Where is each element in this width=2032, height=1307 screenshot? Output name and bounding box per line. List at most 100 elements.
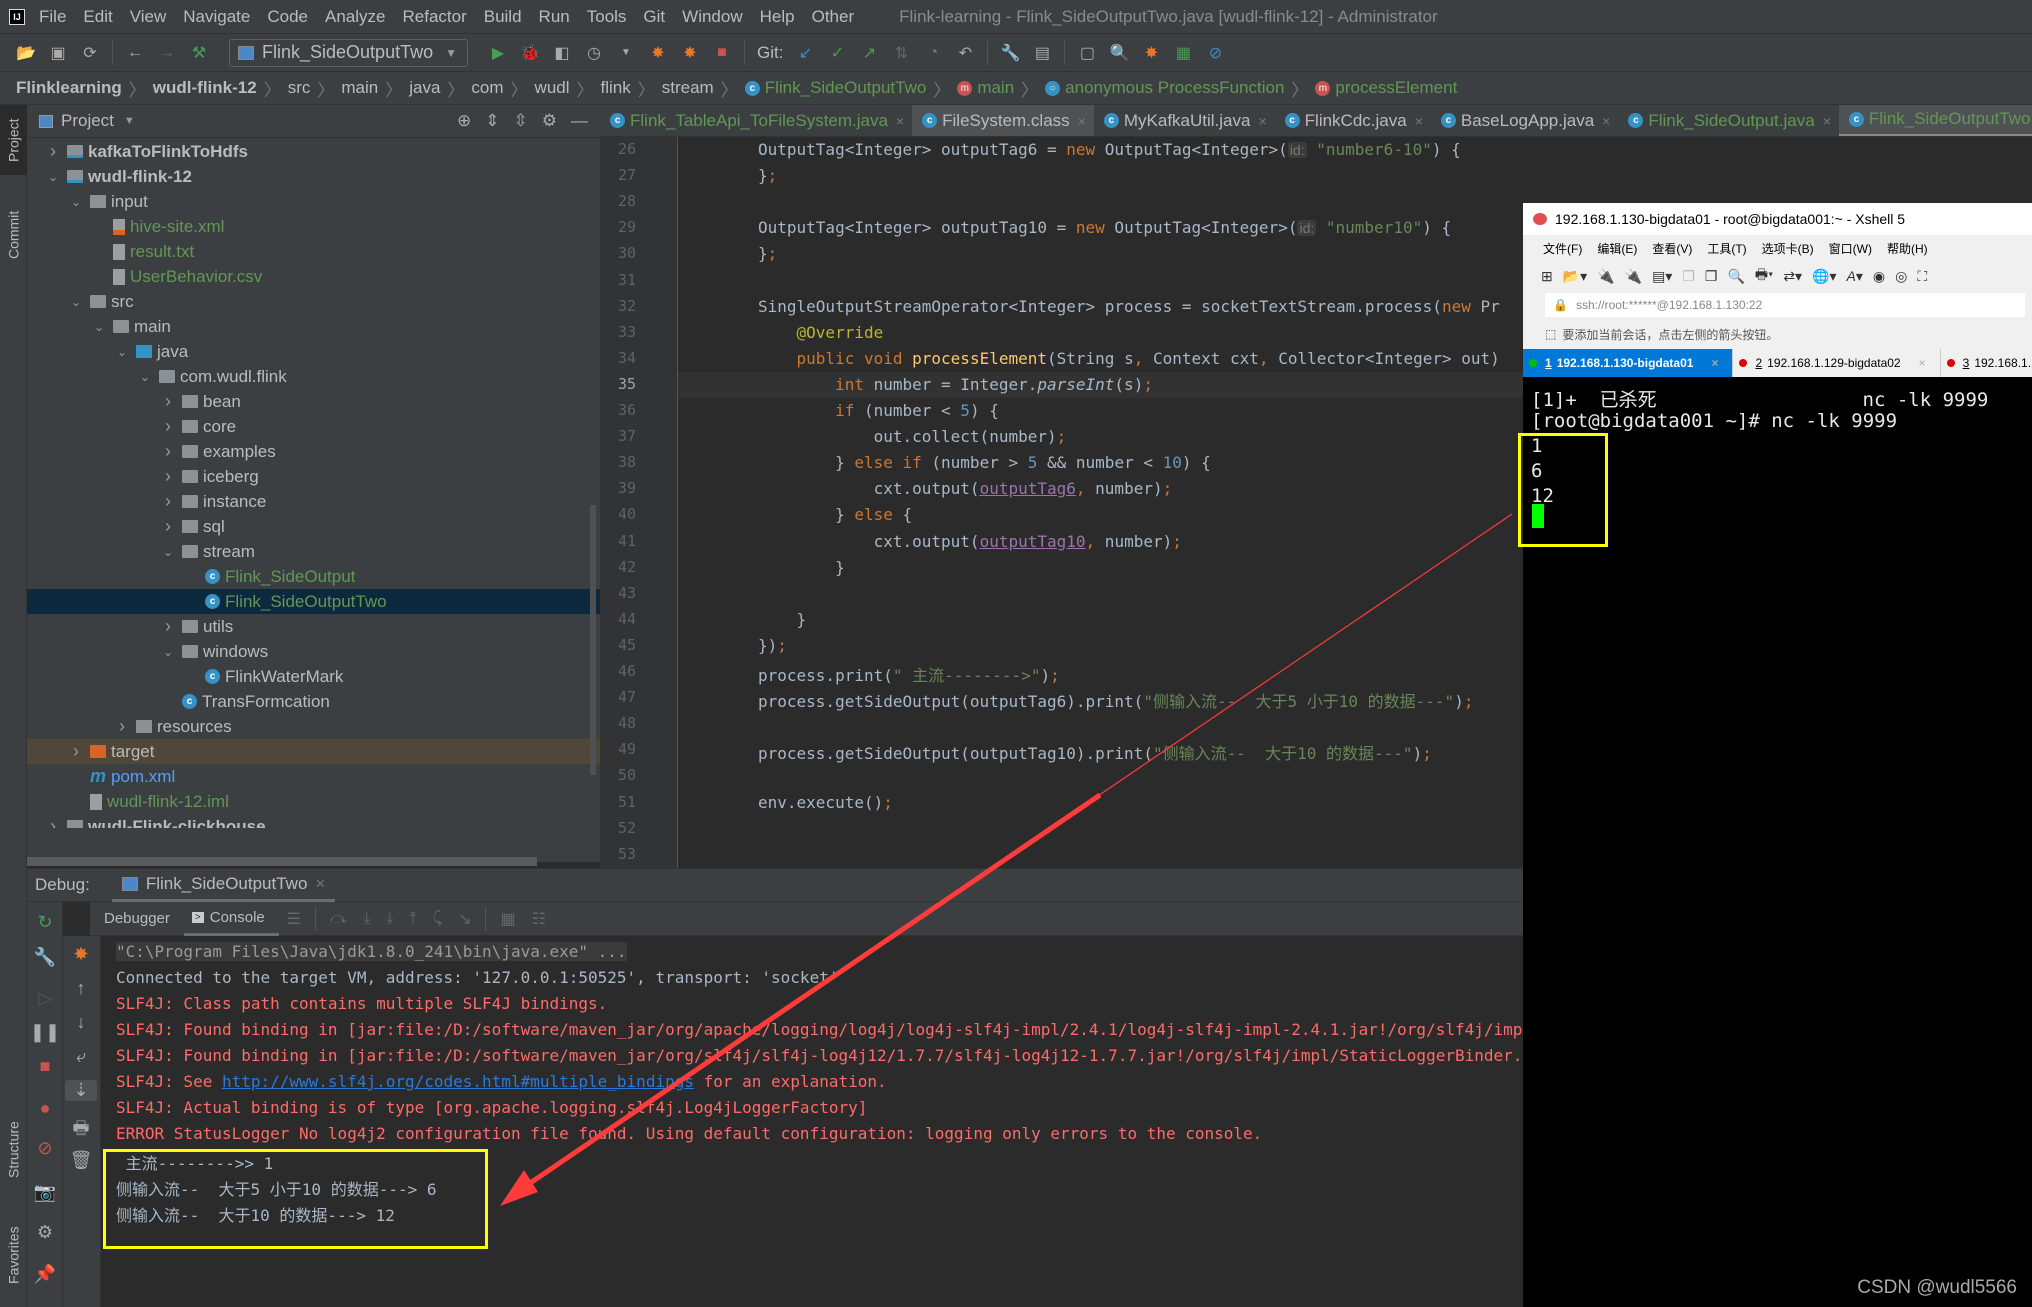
xshell-menu-item[interactable]: 查看(V) [1652, 240, 1692, 257]
close-icon[interactable]: × [1078, 113, 1086, 129]
menu-tools[interactable]: Tools [587, 7, 627, 27]
drop-frame-icon[interactable]: ⤹ [432, 910, 442, 928]
chevron-down-icon[interactable]: ⌄ [68, 295, 84, 309]
scroll-to-end-icon[interactable]: ⇣ [65, 1080, 97, 1101]
tree-item[interactable]: ⌄ java [27, 339, 600, 364]
globe-icon[interactable]: 🌐▾ [1812, 268, 1836, 285]
menu-git[interactable]: Git [643, 7, 665, 27]
menu-other[interactable]: Other [812, 7, 855, 27]
evaluate-expression-icon[interactable]: ▦ [500, 909, 515, 929]
build-hammer-icon[interactable]: ⚒ [188, 42, 210, 64]
fullscreen-icon[interactable]: ⛶ [1917, 268, 1927, 285]
chevron-right-icon[interactable]: › [114, 716, 130, 737]
tab-debugger[interactable]: Debugger [104, 902, 184, 936]
breadcrumb-item[interactable]: anonymous ProcessFunction [1065, 78, 1284, 98]
disable-icon[interactable]: ⊘ [1204, 42, 1226, 64]
tree-item[interactable]: c FlinkWaterMark [27, 664, 600, 689]
hide-icon[interactable]: — [571, 111, 588, 131]
soft-wrap-icon[interactable]: ⤶ [63, 1046, 99, 1067]
tree-item[interactable]: c TransFormcation [27, 689, 600, 714]
plugin-icon[interactable]: ✸ [1140, 42, 1162, 64]
breadcrumb-item[interactable]: main [977, 78, 1014, 98]
tree-item[interactable]: › examples [27, 439, 600, 464]
commit-tool-tab[interactable]: Commit [0, 195, 27, 275]
close-icon[interactable]: × [1258, 113, 1266, 129]
console-output[interactable]: "C:\Program Files\Java\jdk1.8.0_241\bin\… [101, 936, 1523, 1307]
sync-icon[interactable]: ⟳ [79, 42, 101, 64]
tree-item[interactable]: ⌄ windows [27, 639, 600, 664]
tab-console[interactable]: > Console [183, 902, 279, 936]
back-icon[interactable]: ← [124, 42, 146, 64]
save-icon[interactable]: ▣ [47, 42, 69, 64]
breadcrumb-item[interactable]: Flinklearning [16, 78, 122, 98]
pause-icon[interactable]: ❚❚ [27, 1022, 63, 1043]
step-out-icon[interactable]: ⤒ [409, 910, 416, 928]
menu-run[interactable]: Run [539, 7, 570, 27]
code-editor[interactable]: 26 27 28 29 30 31 32 33 34 35 36 37 38 39 40 41 42 43 44 45… [600, 137, 1523, 868]
tree-item[interactable]: › iceberg [27, 464, 600, 489]
rollback-icon[interactable]: ↶ [954, 42, 976, 64]
find-icon[interactable]: 🔍 [1727, 268, 1744, 285]
xshell-menu-item[interactable]: 窗口(W) [1829, 240, 1872, 257]
rerun-icon[interactable]: ↻ [27, 912, 63, 933]
open-icon[interactable]: 📂▾ [1563, 268, 1587, 285]
resume-icon[interactable]: ▷ [27, 988, 63, 1009]
print-icon[interactable]: 🖶 [63, 1116, 99, 1146]
chevron-down-icon[interactable]: ⌄ [160, 545, 176, 559]
new-session-icon[interactable]: ⊞ [1541, 268, 1553, 285]
search-icon[interactable]: 🔍 [1108, 42, 1130, 64]
tree-item[interactable]: › kafkaToFlinkToHdfs [27, 139, 600, 164]
tree-item[interactable]: › wudl-Flink-clickhouse [27, 814, 600, 828]
close-icon[interactable]: × [315, 874, 325, 894]
chevron-right-icon[interactable]: › [45, 816, 61, 828]
menu-analyze[interactable]: Analyze [325, 7, 385, 27]
properties-icon[interactable]: ▤▾ [1652, 268, 1672, 285]
font-icon[interactable]: A▾ [1847, 268, 1863, 285]
print-icon[interactable]: 🖶▾ [1755, 264, 1773, 288]
chevron-down-icon[interactable]: ⌄ [160, 645, 176, 659]
editor-tab[interactable]: c FlinkCdc.java × [1275, 105, 1431, 136]
menu-help[interactable]: Help [760, 7, 795, 27]
tree-item[interactable]: › utils [27, 614, 600, 639]
tree-item[interactable]: ⌄ input [27, 189, 600, 214]
close-icon[interactable]: × [896, 113, 904, 129]
mute-breakpoints-icon[interactable]: ⊘ [27, 1138, 63, 1159]
xshell-icon[interactable]: ◉ [1873, 268, 1885, 285]
view-breakpoints-icon[interactable]: ● [27, 1098, 63, 1119]
editor-tab[interactable]: c BaseLogApp.java × [1431, 105, 1618, 136]
chevron-right-icon[interactable]: › [160, 466, 176, 487]
attach-profiler-icon[interactable]: ✸ [647, 42, 669, 64]
breadcrumb-item[interactable]: Flink_SideOutputTwo [765, 78, 927, 98]
chevron-right-icon[interactable]: › [45, 141, 61, 162]
breadcrumb-item[interactable]: flink [601, 78, 631, 98]
chevron-right-icon[interactable]: › [68, 741, 84, 762]
chevron-down-icon[interactable]: ⌄ [114, 345, 130, 359]
close-icon[interactable]: × [1602, 113, 1610, 129]
chevron-right-icon[interactable]: › [160, 391, 176, 412]
tree-item[interactable]: c Flink_SideOutputTwo [27, 589, 600, 614]
step-into-icon[interactable]: ⤓ [363, 910, 370, 928]
tree-item[interactable]: c Flink_SideOutput [27, 564, 600, 589]
editor-tab[interactable]: c FileSystem.class × [912, 105, 1094, 136]
force-step-into-icon[interactable]: ⤓ [386, 910, 393, 928]
favorites-tool-tab[interactable]: Favorites [0, 1210, 27, 1300]
tree-item[interactable]: ⌄ wudl-flink-12 [27, 164, 600, 189]
xshell-menu-item[interactable]: 工具(T) [1707, 240, 1746, 257]
breadcrumb-item[interactable]: wudl [535, 78, 570, 98]
xshell-session-tab[interactable]: 2 192.168.1.129-bigdata02 × [1733, 349, 1941, 377]
menu-build[interactable]: Build [484, 7, 522, 27]
profile-icon[interactable]: ◷ [583, 42, 605, 64]
layout-icon[interactable]: ☰ [287, 909, 301, 929]
git-history-icon[interactable]: ◔ [922, 42, 944, 64]
menu-window[interactable]: Window [682, 7, 742, 27]
trace-icon[interactable]: ☷ [532, 909, 546, 929]
debug-attach-icon[interactable]: ✸ [679, 42, 701, 64]
plugin-icon[interactable]: ✸ [63, 944, 99, 965]
breadcrumb-item[interactable]: src [288, 78, 311, 98]
close-icon[interactable]: × [1711, 356, 1718, 370]
tree-item[interactable]: UserBehavior.csv [27, 264, 600, 289]
menu-refactor[interactable]: Refactor [402, 7, 466, 27]
menu-file[interactable]: File [39, 7, 66, 27]
disconnect-icon[interactable]: 🔌 [1625, 268, 1642, 285]
tree-item[interactable]: result.txt [27, 239, 600, 264]
